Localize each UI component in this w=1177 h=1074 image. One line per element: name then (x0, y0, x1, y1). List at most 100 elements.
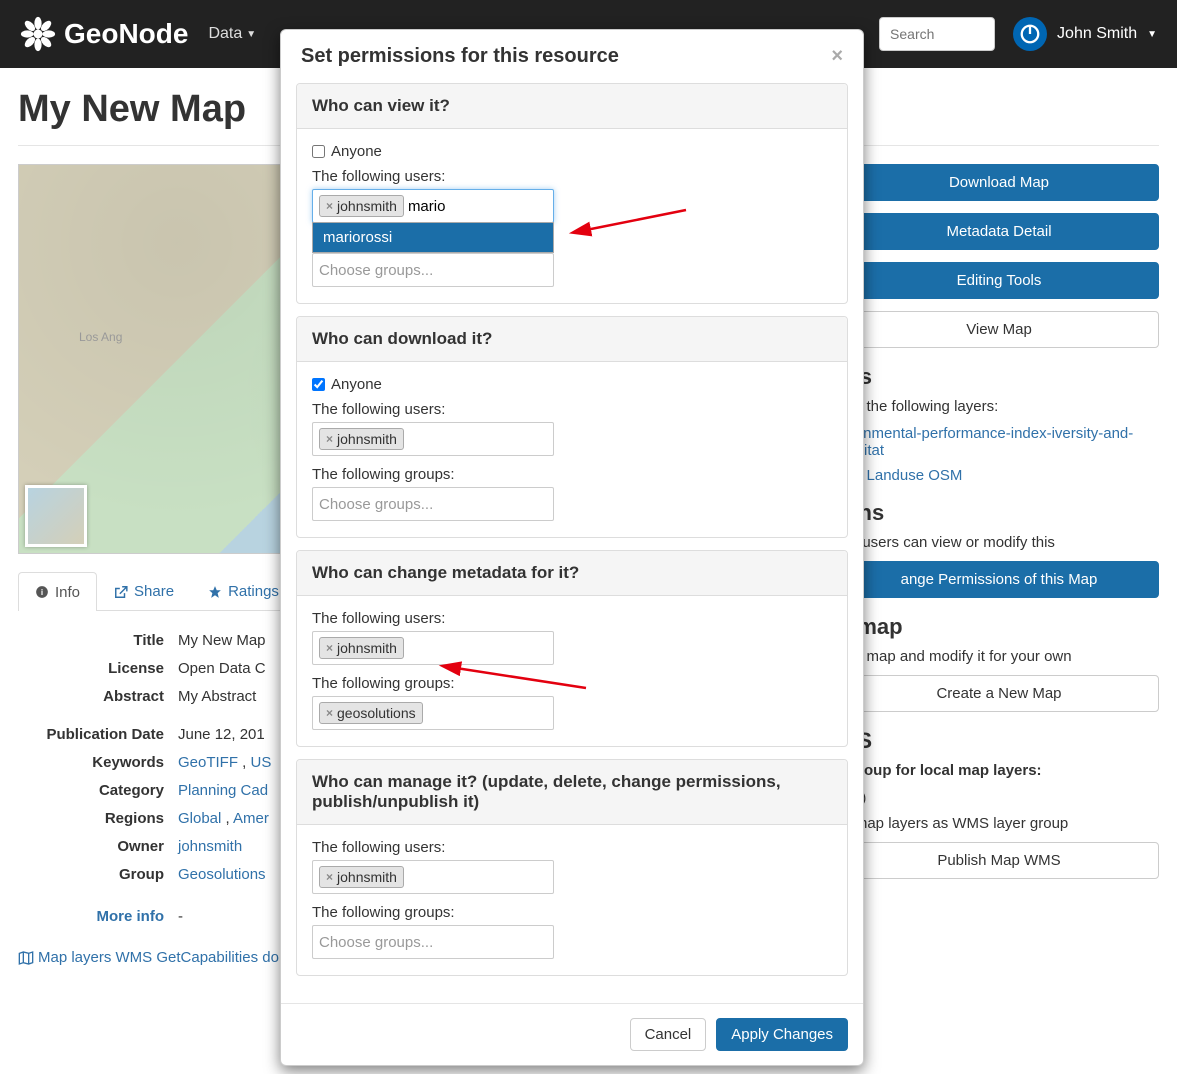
tab-info[interactable]: i Info (18, 572, 97, 611)
panel-manage: Who can manage it? (update, delete, chan… (296, 759, 848, 976)
search-input[interactable] (879, 17, 995, 51)
nav-menu: Data ▼ (208, 25, 256, 43)
close-icon[interactable]: × (831, 45, 843, 68)
brand-logo[interactable]: GeoNode (20, 16, 188, 52)
metadata-groups-tagbox[interactable]: ×geosolutions (312, 696, 554, 730)
brand-text: GeoNode (64, 18, 188, 50)
editing-tools-button[interactable]: Editing Tools (839, 262, 1159, 299)
panel-manage-heading: Who can manage it? (update, delete, chan… (297, 760, 847, 825)
manage-groups-tagbox[interactable] (312, 925, 554, 959)
more-info-link[interactable]: More info (97, 908, 165, 925)
remove-tag-icon[interactable]: × (326, 870, 333, 884)
region-link[interactable]: Global (178, 810, 221, 827)
mini-map-thumbnail[interactable] (25, 485, 87, 547)
following-users-label: The following users: (312, 839, 832, 856)
wms-desc: al map layers as WMS layer group (839, 815, 1159, 832)
anyone-label: Anyone (331, 143, 382, 160)
chevron-down-icon: ▼ (1147, 29, 1157, 40)
view-groups-input[interactable] (319, 262, 547, 279)
copy-text: this map and modify it for your own (839, 648, 1159, 665)
meta-keywords-label: Keywords (18, 751, 178, 775)
permissions-heading: ions (839, 500, 1159, 526)
user-tag: ×johnsmith (319, 637, 404, 659)
meta-owner-label: Owner (18, 835, 178, 859)
info-icon: i (35, 585, 49, 599)
layer-link[interactable]: vironmental-performance-index-iversity-a… (839, 425, 1159, 459)
map-city-label: Los Ang (79, 330, 122, 344)
tab-share[interactable]: Share (97, 572, 191, 610)
following-users-label: The following users: (312, 610, 832, 627)
map-icon (18, 950, 34, 966)
following-users-label: The following users: (312, 401, 832, 418)
star-icon (208, 585, 222, 599)
copy-heading: s map (839, 614, 1159, 640)
metadata-users-tagbox[interactable]: ×johnsmith (312, 631, 554, 665)
view-anyone-checkbox[interactable] (312, 145, 325, 158)
following-users-label: The following users: (312, 168, 832, 185)
owner-link[interactable]: johnsmith (178, 838, 242, 855)
change-permissions-button[interactable]: ange Permissions of this Map (839, 561, 1159, 598)
following-groups-label: The following groups: (312, 675, 832, 692)
meta-abstract-label: Abstract (18, 685, 178, 709)
manage-groups-input[interactable] (319, 934, 547, 951)
view-users-tagbox[interactable]: ×johnsmith mariorossi (312, 189, 554, 223)
group-tag: ×geosolutions (319, 702, 423, 724)
following-groups-label: The following groups: (312, 904, 832, 921)
panel-view-heading: Who can view it? (297, 84, 847, 129)
cancel-button[interactable]: Cancel (630, 1018, 707, 1051)
create-new-map-button[interactable]: Create a New Map (839, 675, 1159, 712)
user-menu[interactable]: John Smith ▼ (1013, 17, 1157, 51)
remove-tag-icon[interactable]: × (326, 199, 333, 213)
avatar (1013, 17, 1047, 51)
user-autocomplete-dropdown: mariorossi (312, 222, 554, 253)
modal-title: Set permissions for this resource (301, 45, 619, 68)
apply-changes-button[interactable]: Apply Changes (716, 1018, 848, 1051)
region-link[interactable]: Amer (233, 810, 269, 827)
remove-tag-icon[interactable]: × (326, 641, 333, 655)
group-link[interactable]: Geosolutions (178, 866, 266, 883)
nav-data[interactable]: Data ▼ (208, 25, 256, 43)
category-link[interactable]: Planning Cad (178, 782, 268, 799)
view-users-input[interactable] (408, 198, 547, 215)
panel-view: Who can view it? Anyone The following us… (296, 83, 848, 304)
meta-title-label: Title (18, 629, 178, 653)
user-name: John Smith (1057, 25, 1137, 43)
panel-download-heading: Who can download it? (297, 317, 847, 362)
view-map-button[interactable]: View Map (839, 311, 1159, 348)
metadata-detail-button[interactable]: Metadata Detail (839, 213, 1159, 250)
download-groups-tagbox[interactable] (312, 487, 554, 521)
layers-text: ses the following layers: (839, 398, 1159, 415)
download-groups-input[interactable] (319, 496, 547, 513)
wms-heading: MS (839, 728, 1159, 754)
manage-users-tagbox[interactable]: ×johnsmith (312, 860, 554, 894)
layers-heading: ers (839, 364, 1159, 390)
anyone-label: Anyone (331, 376, 382, 393)
download-map-button[interactable]: Download Map (839, 164, 1159, 201)
meta-regions-label: Regions (18, 807, 178, 831)
remove-tag-icon[interactable]: × (326, 432, 333, 446)
publish-wms-button[interactable]: Publish Map WMS (839, 842, 1159, 879)
permissions-modal: Set permissions for this resource × Who … (280, 29, 864, 1066)
user-tag: ×johnsmith (319, 428, 404, 450)
panel-download: Who can download it? Anyone The followin… (296, 316, 848, 538)
view-groups-tagbox[interactable] (312, 253, 554, 287)
remove-tag-icon[interactable]: × (326, 706, 333, 720)
flower-icon (20, 16, 56, 52)
autocomplete-option[interactable]: mariorossi (313, 223, 553, 252)
keyword-link[interactable]: GeoTIFF (178, 754, 238, 771)
power-icon (1019, 23, 1041, 45)
share-icon (114, 585, 128, 599)
sidebar: Download Map Metadata Detail Editing Too… (839, 164, 1159, 966)
following-groups-label: The following groups: (312, 466, 832, 483)
keyword-link[interactable]: US (251, 754, 272, 771)
meta-category-label: Category (18, 779, 178, 803)
download-users-tagbox[interactable]: ×johnsmith (312, 422, 554, 456)
layer-link[interactable]: sco Landuse OSM (839, 467, 1159, 484)
permissions-text: ich users can view or modify this (839, 534, 1159, 551)
meta-license-label: License (18, 657, 178, 681)
chevron-down-icon: ▼ (246, 29, 256, 40)
download-anyone-checkbox[interactable] (312, 378, 325, 391)
panel-metadata-heading: Who can change metadata for it? (297, 551, 847, 596)
meta-group-label: Group (18, 863, 178, 887)
wms-text: r group for local map layers: (839, 762, 1159, 779)
